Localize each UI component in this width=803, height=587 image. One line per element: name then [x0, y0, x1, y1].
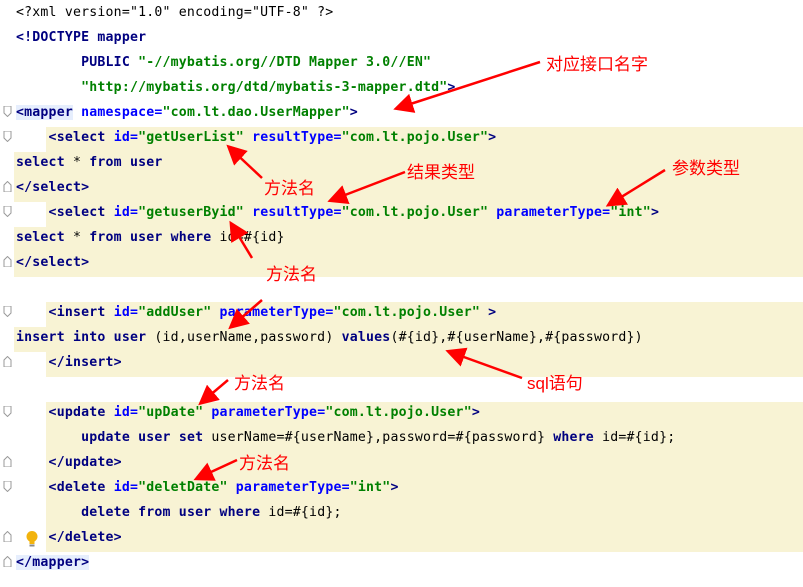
arrow-result-type — [327, 170, 406, 204]
arrow-method-name-1 — [226, 144, 263, 179]
annotation-method-name: 方法名 — [264, 179, 315, 198]
annotation-result-type: 结果类型 — [407, 163, 475, 182]
arrow-method-name-2 — [229, 220, 254, 259]
code-editor[interactable]: <?xml version="1.0" encoding="UTF-8" ?> <… — [0, 0, 803, 587]
annotation-method-name: 方法名 — [266, 265, 317, 284]
annotation-method-name: 方法名 — [239, 454, 290, 473]
arrow-interface-name — [393, 60, 541, 113]
annotation-interface-name: 对应接口名字 — [546, 55, 648, 74]
arrow-method-name-3 — [228, 299, 263, 330]
annotation-sql: sql语句 — [527, 374, 583, 393]
arrow-method-name-5 — [193, 458, 238, 481]
annotation-arrows — [193, 60, 666, 481]
arrow-param-type — [605, 168, 666, 207]
annotation-method-name: 方法名 — [234, 374, 285, 393]
annotation-param-type: 参数类型 — [672, 159, 740, 178]
arrow-method-name-4 — [198, 379, 229, 406]
arrow-sql — [445, 347, 523, 380]
